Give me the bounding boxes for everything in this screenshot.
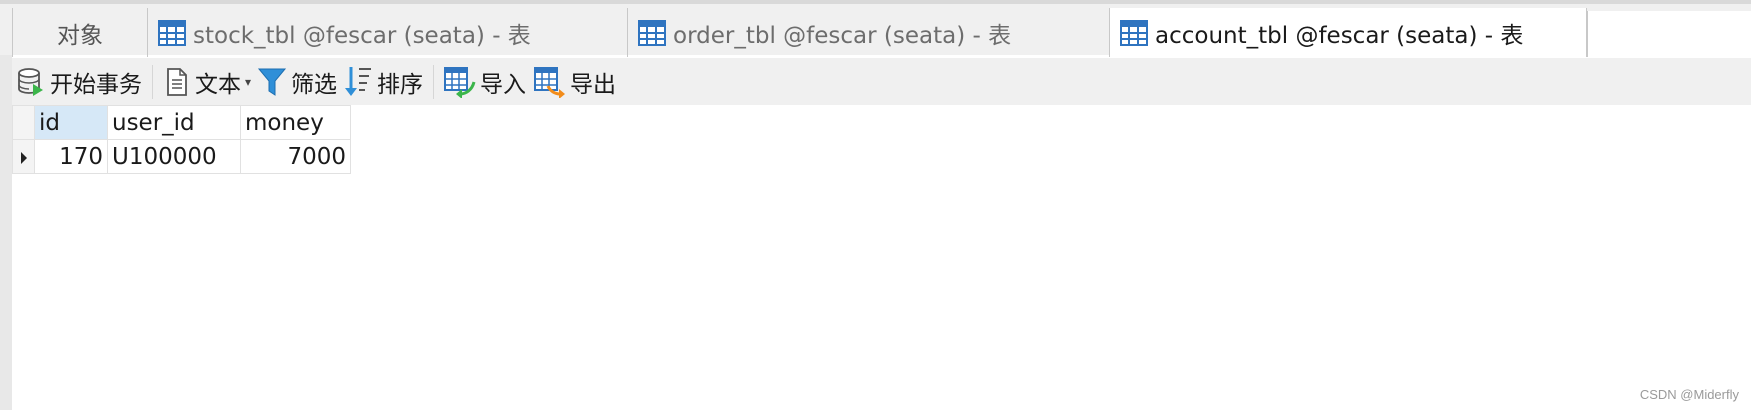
column-header-id[interactable]: id: [34, 105, 108, 140]
begin-transaction-label: 开始事务: [50, 71, 142, 98]
tab-bar: 对象 stock_tbl @fescar (seata) - 表 order_t…: [0, 0, 1751, 57]
tab-stock-label: stock_tbl @fescar (seata) - 表: [193, 22, 531, 49]
left-edge: [0, 0, 12, 410]
watermark: CSDN @Miderfly: [1639, 387, 1739, 402]
export-icon: [534, 66, 566, 98]
data-grid: id user_id money 170 U100000 7000: [12, 105, 351, 174]
toolbar: 开始事务 文本 ▾ 筛选 排序 导入 导出: [12, 58, 1751, 105]
table-icon: [158, 19, 186, 47]
import-button[interactable]: 导入: [444, 62, 526, 102]
chevron-down-icon: ▾: [245, 74, 252, 89]
database-icon: [18, 67, 43, 96]
tab-account-label: account_tbl @fescar (seata) - 表: [1155, 22, 1524, 49]
sort-button[interactable]: 排序: [343, 62, 423, 102]
sort-icon: [345, 66, 372, 96]
funnel-icon: [257, 68, 287, 96]
grid-header-row: id user_id money: [12, 105, 351, 140]
import-label: 导入: [480, 71, 527, 98]
filter-label: 筛选: [291, 71, 338, 98]
toolbar-divider: [433, 64, 435, 99]
tab-objects[interactable]: 对象: [12, 8, 148, 57]
text-button[interactable]: 文本 ▾: [163, 62, 251, 102]
export-label: 导出: [570, 71, 617, 98]
toolbar-divider: [152, 64, 153, 99]
text-label: 文本: [195, 71, 241, 98]
column-header-money[interactable]: money: [240, 105, 351, 140]
tab-stock-tbl[interactable]: stock_tbl @fescar (seata) - 表: [148, 8, 628, 57]
cell-user-id[interactable]: U100000: [107, 139, 241, 174]
table-row[interactable]: 170 U100000 7000: [12, 139, 351, 174]
begin-transaction-button[interactable]: 开始事务: [16, 62, 142, 102]
import-icon: [444, 66, 476, 98]
cell-money[interactable]: 7000: [240, 139, 351, 174]
tab-order-label: order_tbl @fescar (seata) - 表: [673, 22, 1012, 49]
row-indicator[interactable]: [12, 139, 35, 174]
cell-id[interactable]: 170: [34, 139, 108, 174]
tab-bar-empty-area: [1587, 11, 1751, 57]
row-header-corner: [12, 105, 35, 140]
table-icon: [1120, 19, 1148, 47]
tab-order-tbl[interactable]: order_tbl @fescar (seata) - 表: [628, 8, 1110, 57]
export-button[interactable]: 导出: [534, 62, 616, 102]
table-icon: [638, 19, 666, 47]
column-header-user-id[interactable]: user_id: [107, 105, 241, 140]
tab-objects-label: 对象: [57, 22, 103, 49]
document-icon: [167, 67, 187, 96]
filter-button[interactable]: 筛选: [257, 62, 337, 102]
sort-label: 排序: [377, 71, 424, 98]
caret-right-icon: [20, 151, 27, 164]
tab-account-tbl[interactable]: account_tbl @fescar (seata) - 表: [1110, 8, 1587, 57]
